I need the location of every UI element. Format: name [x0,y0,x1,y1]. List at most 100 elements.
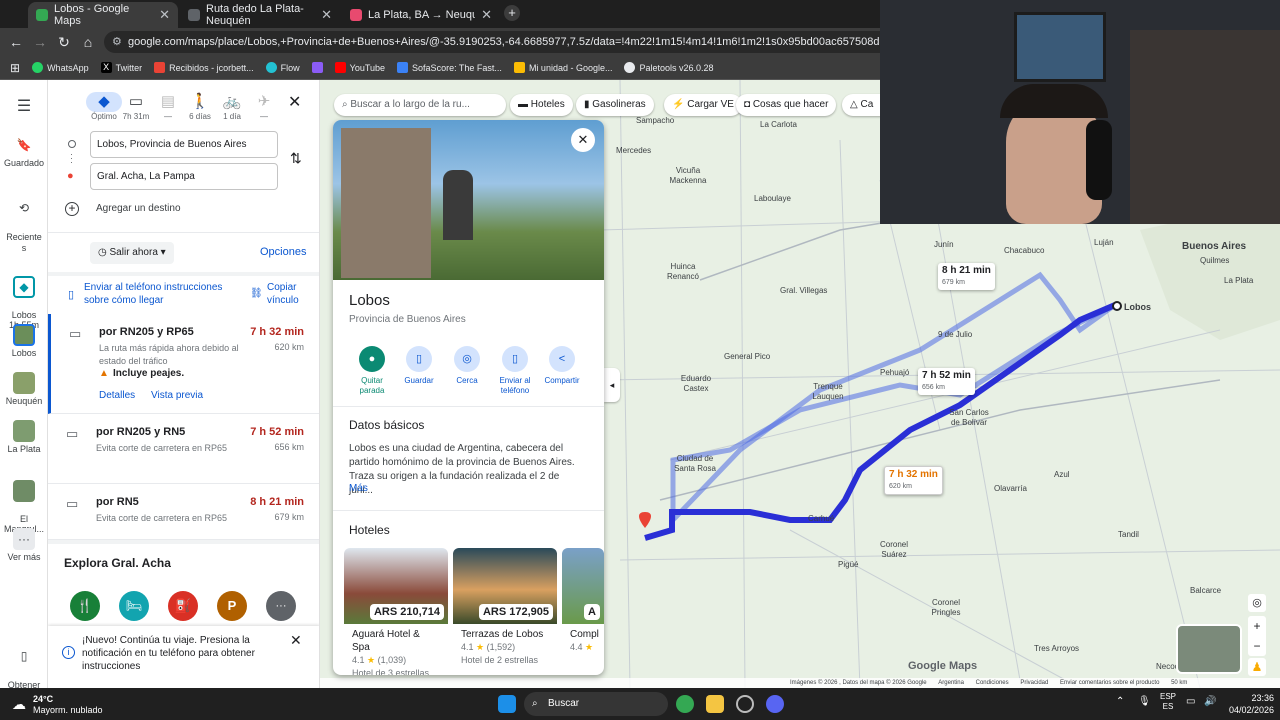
parking-icon[interactable]: P [217,591,247,621]
send-to-phone-button[interactable]: ▯ Enviar al teléfono [490,346,540,396]
chip-hotels[interactable]: ▬ Hoteles [510,94,573,116]
copy-link-button[interactable]: Copiar vínculo [267,281,317,307]
tab-google-maps[interactable]: Lobos - Google Maps ✕ [28,2,178,28]
rail-recents[interactable]: ⟲ Reciente s [0,186,48,254]
bookmark-flow[interactable]: Flow [265,62,300,73]
url-input[interactable]: ⚙ google.com/maps/place/Lobos,+Provincia… [104,31,894,53]
route-option-2[interactable]: ▭ por RN205 y RN5 Evita corte de carrete… [48,414,319,484]
rail-item-lobos-directions[interactable]: ◆ Lobos 1h 55m [0,266,48,330]
close-card-icon[interactable]: ✕ [571,128,595,152]
mode-transit[interactable]: ▤ — [150,92,186,121]
mode-walk[interactable]: 🚶 6 días [182,92,218,121]
taskbar-search-box[interactable]: ⌕ Buscar [524,692,668,716]
mode-best[interactable]: ◆ Óptimo [86,92,122,121]
hotel-card[interactable]: ARS 210,714 Aguará Hotel & Spa 4.1 ★ (1,… [344,548,448,675]
back-arrow-icon[interactable]: ← [4,34,28,50]
destination-input[interactable]: Gral. Acha, La Pampa [90,163,278,190]
tab-ruta-dedo[interactable]: Ruta dedo La Plata-Neuquén ✕ [180,2,340,28]
rail-item-lobos[interactable]: Lobos [0,324,48,358]
bookmark-twitch[interactable] [311,62,323,73]
close-notification-icon[interactable]: ✕ [290,632,302,649]
file-explorer-icon[interactable] [706,695,724,713]
nearby-button[interactable]: ◎ Cerca [442,346,492,386]
microphone-icon[interactable]: 🎙 [1138,696,1151,707]
close-directions-icon[interactable]: ✕ [288,92,301,112]
my-location-icon[interactable]: ◎ [1248,594,1266,612]
hotel-icon[interactable]: 🛏 [119,591,149,621]
rail-saved[interactable]: 🔖 Guardado [0,134,48,168]
windows-start-icon[interactable] [498,695,516,713]
weather-temp[interactable]: 24°C [33,694,53,704]
chip-ev[interactable]: ⚡ Cargar VE [664,94,742,116]
terms-link[interactable]: Condiciones [976,680,1009,686]
place-photo[interactable] [333,120,604,280]
send-to-phone-link[interactable]: Enviar al teléfono instrucciones sobre c… [84,281,234,307]
pegman-icon[interactable]: ♟ [1248,658,1266,676]
more-link[interactable]: Más [349,483,368,494]
reload-icon[interactable]: ↻ [52,34,76,51]
add-destination-button[interactable]: Agregar un destino [96,203,181,214]
save-button[interactable]: ▯ Guardar [394,346,444,386]
close-tab-icon[interactable]: ✕ [481,7,492,23]
route-option-3[interactable]: ▭ por RN5 Evita corte de carretera en RP… [48,484,319,540]
route-tag-8h21[interactable]: 8 h 21 min 679 km [938,263,995,290]
tray-chevron-icon[interactable]: ⌃ [1116,696,1124,707]
monitor-icon[interactable]: ▭ [1186,696,1195,707]
clock-time[interactable]: 23:36 [1226,693,1274,703]
search-along-route-input[interactable]: ⌕ Buscar a lo largo de la ru... [334,94,506,116]
tab-la-plata-neuquen[interactable]: La Plata, BA → Neuquén | En A ✕ [342,2,500,28]
mode-bike[interactable]: 🚲 1 día [214,92,250,121]
privacy-link[interactable]: Privacidad [1020,680,1048,686]
chrome-icon[interactable] [676,695,694,713]
weather-desc[interactable]: Mayorm. nublado [33,705,103,715]
bookmark-youtube[interactable]: YouTube [334,62,385,73]
collapse-panel-icon[interactable]: ◂ [604,368,620,402]
bookmark-gmail[interactable]: Recibidos - jcorbett... [154,62,254,73]
street-view-thumbnail[interactable] [1176,624,1242,674]
zoom-in-button[interactable]: + [1248,616,1266,636]
add-icon[interactable]: + [65,202,79,216]
feedback-link[interactable]: Enviar comentarios sobre el producto [1060,680,1159,686]
zoom-out-button[interactable]: − [1248,636,1266,656]
bookmark-whatsapp[interactable]: WhatsApp [32,62,89,73]
preview-button[interactable]: Vista previa [151,390,203,401]
mode-car[interactable]: ▭ 7h 31m [118,92,154,121]
bookmark-drive[interactable]: Mi unidad - Google... [513,62,612,73]
rail-item-la-plata[interactable]: La Plata [0,420,48,454]
hotel-card[interactable]: ARS 172,905 Terrazas de Lobos 4.1 ★ (1,5… [453,548,557,675]
forward-arrow-icon[interactable]: → [28,34,52,50]
menu-icon[interactable]: ☰ [0,96,48,116]
more-icon[interactable]: ··· [266,591,296,621]
volume-icon[interactable]: 🔊 [1204,696,1216,707]
chip-camping[interactable]: △ Ca [842,94,882,116]
swap-icon[interactable]: ⇅ [290,150,302,167]
apps-grid-icon[interactable]: ⊞ [10,61,20,75]
clock-date[interactable]: 04/02/2026 [1226,705,1274,715]
hotel-card[interactable]: A Compl 4.4 ★ [562,548,604,675]
details-button[interactable]: Detalles [99,390,135,401]
gas-station-icon[interactable]: ⛽ [168,591,198,621]
chip-things-to-do[interactable]: ◘ Cosas que hacer [736,94,837,116]
home-icon[interactable]: ⌂ [76,34,100,50]
rail-item-neuquen[interactable]: Neuquén [0,372,48,406]
share-button[interactable]: < Compartir [537,346,587,386]
route-option-1[interactable]: ▭ por RN205 y RP65 La ruta más rápida ah… [48,314,319,414]
remove-stop-button[interactable]: ● Quitar parada [347,346,397,396]
site-info-icon[interactable]: ⚙ [112,31,122,53]
options-button[interactable]: Opciones [260,246,306,258]
leave-now-dropdown[interactable]: ◷ Salir ahora ▾ [90,242,174,264]
obs-icon[interactable] [736,695,754,713]
close-tab-icon[interactable]: ✕ [321,7,332,23]
language-indicator[interactable]: ESP ES [1160,692,1176,712]
bookmark-sofascore[interactable]: SofaScore: The Fast... [397,62,502,73]
route-tag-7h32[interactable]: 7 h 32 min 620 km [884,466,943,495]
route-tag-7h52[interactable]: 7 h 52 min 656 km [918,368,975,395]
rail-more[interactable]: ··· Ver más [0,528,48,562]
bookmark-twitter[interactable]: X Twitter [100,62,142,73]
rail-item-el-mangrullo[interactable]: El Mangrul... [0,470,48,534]
close-tab-icon[interactable]: ✕ [159,7,170,23]
discord-icon[interactable] [766,695,784,713]
restaurant-icon[interactable]: 🍴 [70,591,100,621]
mode-flight[interactable]: ✈ — [246,92,282,121]
country-link[interactable]: Argentina [938,680,964,686]
